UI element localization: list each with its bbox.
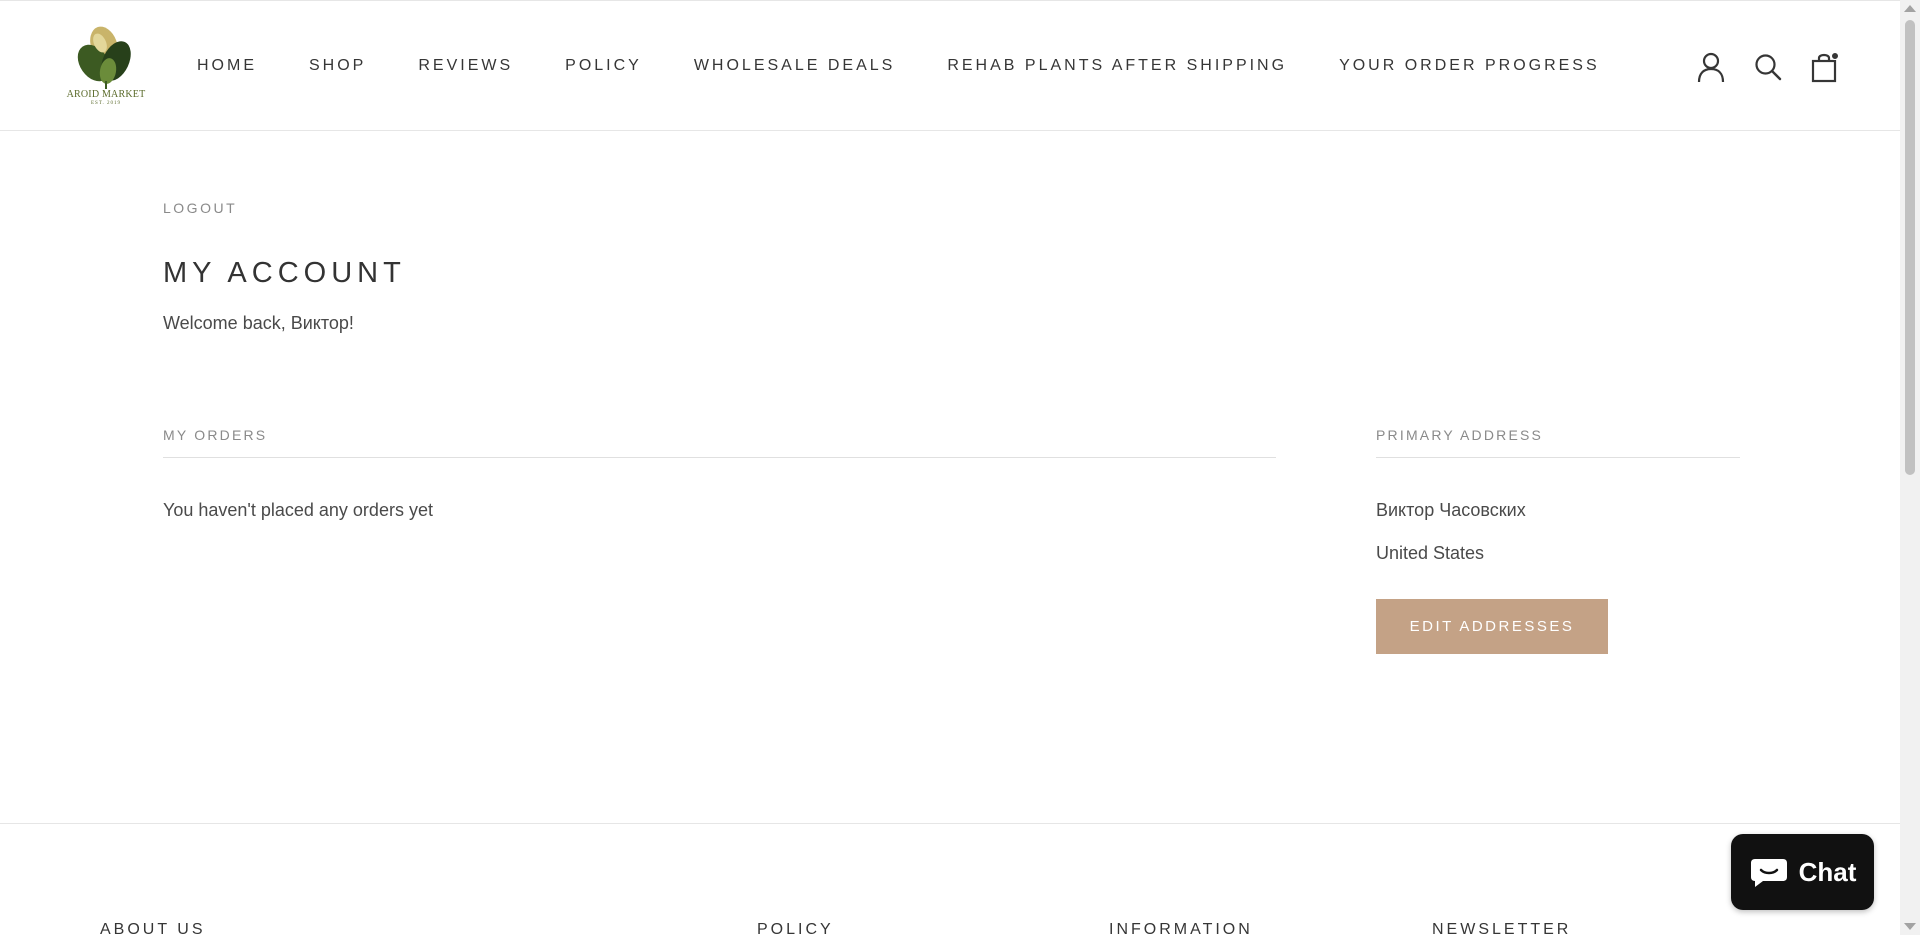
edit-addresses-button[interactable]: EDIT ADDRESSES bbox=[1376, 599, 1608, 654]
scroll-down-icon[interactable] bbox=[1904, 923, 1916, 930]
nav-item-rehab-plants[interactable]: REHAB PLANTS AFTER SHIPPING bbox=[947, 57, 1287, 75]
page-scrollbar[interactable] bbox=[1900, 0, 1920, 935]
search-icon[interactable] bbox=[1753, 51, 1783, 83]
chat-label: Chat bbox=[1798, 856, 1857, 887]
nav-item-order-progress[interactable]: YOUR ORDER PROGRESS bbox=[1339, 57, 1600, 75]
orders-section: MY ORDERS You haven't placed any orders … bbox=[163, 427, 1276, 521]
account-icon[interactable] bbox=[1696, 51, 1726, 83]
nav-item-home[interactable]: HOME bbox=[197, 57, 257, 75]
address-country: United States bbox=[1376, 543, 1485, 563]
cart-icon[interactable] bbox=[1810, 51, 1840, 83]
logo-subtext: EST. 2019 bbox=[90, 101, 122, 106]
leaf-logo-icon bbox=[77, 26, 131, 89]
address-heading: PRIMARY ADDRESS bbox=[1376, 427, 1740, 458]
scroll-thumb[interactable] bbox=[1905, 20, 1915, 475]
site-footer: ABOUT US POLICY INFORMATION NEWSLETTER bbox=[0, 823, 1900, 935]
logout-link[interactable]: LOGOUT bbox=[163, 200, 237, 216]
header-actions bbox=[1696, 51, 1840, 83]
footer-heading-policy: POLICY bbox=[757, 921, 834, 935]
primary-address-section: PRIMARY ADDRESS Виктор Часовских United … bbox=[1376, 427, 1740, 654]
footer-heading-newsletter: NEWSLETTER bbox=[1432, 921, 1572, 935]
footer-heading-about-us: ABOUT US bbox=[100, 921, 206, 935]
cart-badge bbox=[1831, 52, 1839, 60]
nav-item-policy[interactable]: POLICY bbox=[565, 57, 642, 75]
store-logo[interactable]: AROID MARKET EST. 2019 bbox=[64, 23, 148, 111]
nav-item-reviews[interactable]: REVIEWS bbox=[418, 57, 513, 75]
chat-button[interactable]: Chat bbox=[1731, 834, 1874, 910]
welcome-message: Welcome back, Виктор! bbox=[163, 313, 354, 333]
address-name: Виктор Часовских bbox=[1376, 500, 1526, 520]
nav-item-wholesale-deals[interactable]: WHOLESALE DEALS bbox=[694, 57, 896, 75]
page-title: MY ACCOUNT bbox=[163, 257, 406, 289]
orders-heading: MY ORDERS bbox=[163, 427, 1276, 458]
no-orders-message: You haven't placed any orders yet bbox=[163, 500, 433, 520]
scroll-up-icon[interactable] bbox=[1904, 5, 1916, 12]
site-header: AROID MARKET EST. 2019 HOME SHOP REVIEWS… bbox=[0, 0, 1900, 131]
chat-bubble-icon bbox=[1750, 859, 1787, 887]
logo-text: AROID MARKET bbox=[66, 89, 146, 100]
footer-heading-information: INFORMATION bbox=[1109, 921, 1253, 935]
main-nav: HOME SHOP REVIEWS POLICY WHOLESALE DEALS… bbox=[197, 57, 1600, 75]
nav-item-shop[interactable]: SHOP bbox=[309, 57, 366, 75]
